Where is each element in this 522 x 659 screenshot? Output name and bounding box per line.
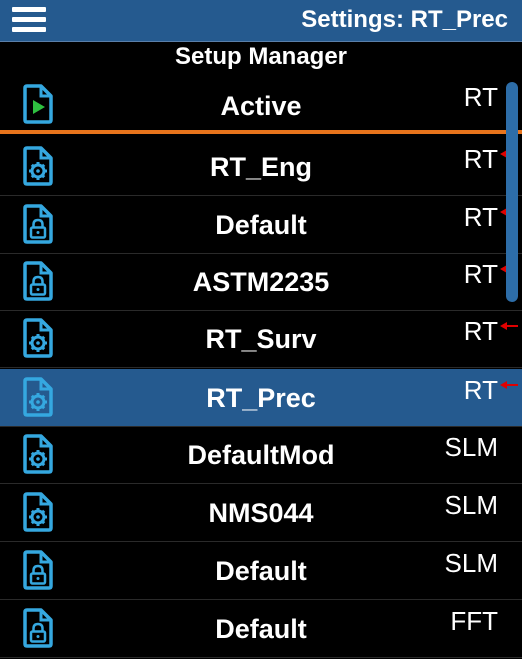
red-arrow-marker-icon <box>500 322 518 330</box>
setup-type: RT <box>463 375 498 405</box>
setup-type: RT <box>463 259 498 289</box>
setup-type: SLM <box>444 548 498 578</box>
scrollbar[interactable] <box>506 82 518 302</box>
active-setup-row[interactable]: Active RT <box>0 76 522 134</box>
setup-name: ASTM2235 <box>192 267 330 297</box>
setup-row[interactable]: DefaultMod SLM <box>0 426 522 484</box>
setup-row[interactable]: ASTM2235 RT <box>0 253 522 311</box>
setup-type: SLM <box>444 432 498 462</box>
page-title: Settings: RT_Prec <box>301 6 508 33</box>
setup-row[interactable]: RT_Surv RT <box>0 310 522 368</box>
setup-row[interactable]: NMS044 SLM <box>0 484 522 542</box>
setup-name: RT_Eng <box>209 152 312 182</box>
setup-type: FFT <box>450 606 498 636</box>
setup-name: RT_Prec <box>206 383 316 413</box>
setup-type: SLM <box>444 490 498 520</box>
title-bar: Settings: RT_Prec <box>0 0 522 42</box>
red-arrow-marker-icon <box>500 381 518 389</box>
setup-row[interactable]: Default RT <box>0 196 522 254</box>
active-setup-type: RT <box>463 82 498 112</box>
active-setup-name: Active <box>220 91 302 121</box>
hamburger-menu-icon[interactable] <box>12 7 46 35</box>
setup-name: Default <box>215 210 307 240</box>
setup-type: RT <box>463 316 498 346</box>
setup-type: RT <box>463 202 498 232</box>
setup-name: Default <box>215 614 307 644</box>
setup-row[interactable]: Default FFT <box>0 600 522 658</box>
setup-manager-heading: Setup Manager <box>174 43 348 70</box>
setup-type: RT <box>463 144 498 174</box>
setup-row[interactable]: Default SLM <box>0 542 522 600</box>
setup-name: RT_Surv <box>205 324 317 354</box>
setup-row[interactable]: RT_Prec RT <box>0 369 522 427</box>
setup-row[interactable]: RT_Eng RT <box>0 138 522 196</box>
